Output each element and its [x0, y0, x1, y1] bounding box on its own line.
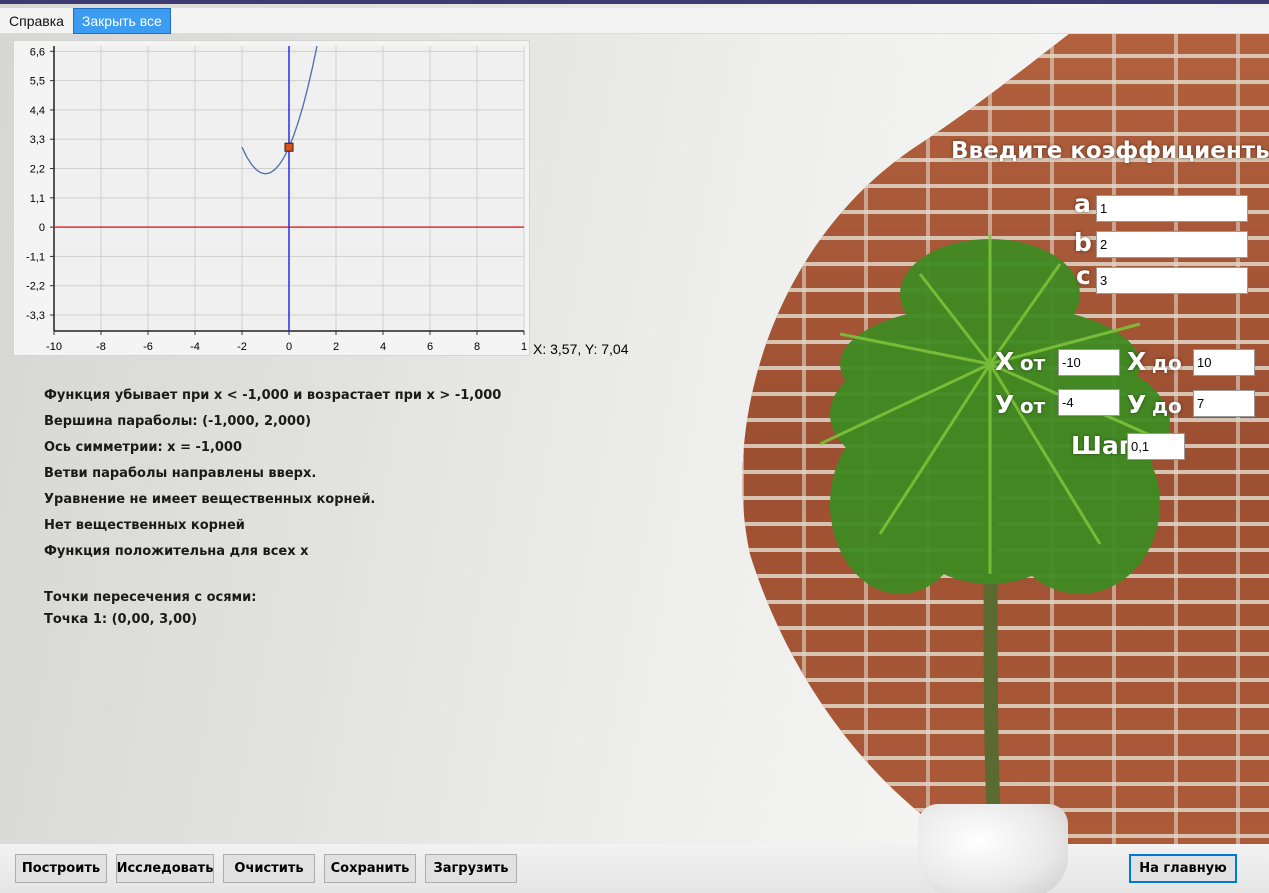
analysis-roots: Нет вещественных корней — [44, 518, 245, 533]
analysis-roots-equation: Уравнение не имеет вещественных корней. — [44, 492, 376, 507]
analysis-results: Функция убывает при x < -1,000 и возраст… — [44, 386, 604, 632]
load-button[interactable]: Загрузить — [425, 854, 517, 883]
palm-tree-decoration — [819, 234, 1171, 855]
coef-b-input[interactable] — [1096, 231, 1248, 258]
menu-close-all[interactable]: Закрыть все — [72, 8, 171, 34]
coefficients-heading: Введите коэффициенты — [951, 138, 1269, 164]
analysis-symmetry-axis: Ось симметрии: x = -1,000 — [44, 440, 243, 455]
x-tick-label: -6 — [143, 341, 153, 353]
y-tick-label: 3,3 — [30, 134, 45, 146]
coef-a-input[interactable] — [1096, 195, 1248, 222]
coef-c-label: c — [1076, 261, 1091, 290]
x-tick-label: -4 — [190, 341, 200, 353]
x-tick-label: 1 — [521, 341, 527, 353]
x-tick-label: -10 — [46, 341, 62, 353]
x-tick-label: -2 — [237, 341, 247, 353]
y-tick-label: -3,3 — [26, 310, 45, 322]
y-tick-label: -2,2 — [26, 281, 45, 293]
clear-button[interactable]: Очистить — [223, 854, 315, 883]
intersection-marker — [284, 142, 294, 152]
y-to-label: У до — [1127, 390, 1182, 419]
y-from-label: У от — [995, 390, 1046, 419]
intersections-title: Точки пересечения с осями: — [44, 590, 257, 605]
x-to-input[interactable] — [1193, 349, 1255, 376]
graph-chart[interactable]: -10 -8 -6 -4 -2 0 2 4 6 8 1 6,6 5,5 4,4 3,3 2,2 1,1 0 -1,1… — [13, 40, 530, 356]
coef-c-input[interactable] — [1096, 267, 1248, 294]
y-tick-label: 5,5 — [30, 76, 45, 88]
save-button[interactable]: Сохранить — [324, 854, 416, 883]
home-button[interactable]: На главную — [1129, 854, 1237, 883]
coef-b-label: b — [1074, 228, 1092, 257]
x-from-label: X от — [995, 347, 1046, 376]
x-from-input[interactable] — [1058, 349, 1120, 376]
y-to-input[interactable] — [1193, 390, 1255, 417]
y-tick-label: 0 — [39, 222, 45, 234]
chart-canvas: -10 -8 -6 -4 -2 0 2 4 6 8 1 6,6 5,5 4,4 3,3 2,2 1,1 0 -1,1… — [26, 46, 527, 353]
cursor-coordinates: X: 3,57, Y: 7,04 — [533, 341, 629, 357]
analysis-branches: Ветви параболы направлены вверх. — [44, 466, 317, 481]
x-tick-label: 6 — [427, 341, 433, 353]
x-tick-label: -8 — [96, 341, 106, 353]
x-tick-label: 8 — [474, 341, 480, 353]
app-window: Справка Закрыть все -10 -8 -6 -4 -2 0 2 4 6 8 1 6,6… — [0, 0, 1269, 893]
y-from-input[interactable] — [1058, 389, 1120, 416]
x-tick-label: 4 — [380, 341, 386, 353]
x-tick-label: 2 — [333, 341, 339, 353]
intersection-point-1: Точка 1: (0,00, 3,00) — [44, 612, 198, 627]
y-tick-label: 4,4 — [30, 105, 45, 117]
y-tick-label: -1,1 — [26, 251, 45, 263]
build-button[interactable]: Построить — [15, 854, 107, 883]
analyze-button[interactable]: Исследовать — [116, 854, 214, 883]
x-to-label: X до — [1127, 347, 1182, 376]
analysis-sign: Функция положительна для всех x — [44, 544, 309, 559]
y-tick-label: 1,1 — [30, 193, 45, 205]
y-tick-label: 6,6 — [30, 46, 45, 58]
coef-a-label: a — [1074, 189, 1091, 218]
analysis-vertex: Вершина параболы: (-1,000, 2,000) — [44, 414, 312, 429]
step-input[interactable] — [1127, 433, 1185, 460]
x-tick-label: 0 — [286, 341, 292, 353]
step-label: Шаг — [1071, 431, 1132, 460]
menu-help[interactable]: Справка — [0, 8, 73, 34]
plant-pot-decoration — [918, 804, 1068, 893]
menu-bar: Справка Закрыть все — [0, 8, 1269, 34]
y-tick-label: 2,2 — [30, 164, 45, 176]
analysis-monotonicity: Функция убывает при x < -1,000 и возраст… — [44, 388, 502, 403]
